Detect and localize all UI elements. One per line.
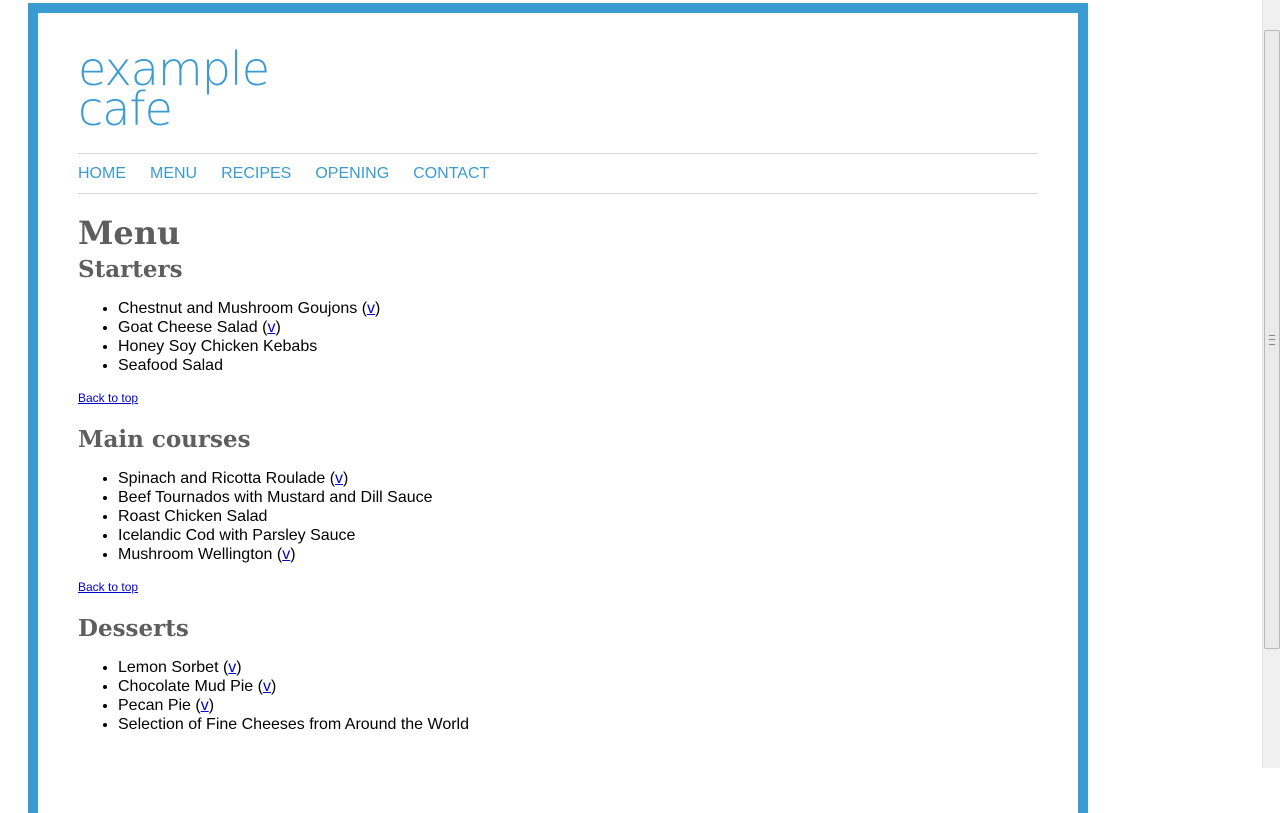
menu-item-name: Spinach and Ricotta Roulade [118, 470, 326, 487]
back-to-top-link[interactable]: Back to top [78, 391, 1038, 405]
menu-item: Lemon Sorbet (v) [118, 658, 1038, 677]
menu-list: Lemon Sorbet (v)Chocolate Mud Pie (v)Pec… [78, 658, 1038, 734]
back-to-top-link[interactable]: Back to top [78, 580, 1038, 594]
page-title: Menu [78, 214, 181, 252]
nav-contact[interactable]: CONTACT [413, 165, 489, 183]
menu-item-name: Honey Soy Chicken Kebabs [118, 338, 318, 355]
menu-item: Seafood Salad [118, 356, 1038, 375]
menu-item-name: Chocolate Mud Pie [118, 678, 254, 695]
menu-item: Pecan Pie (v) [118, 696, 1038, 715]
vegetarian-link[interactable]: v [201, 697, 209, 714]
vegetarian-link[interactable]: v [267, 319, 275, 336]
main-content: Menu Starters Chestnut and Mushroom Goujo… [78, 213, 1038, 750]
menu-item: Selection of Fine Cheeses from Around th… [118, 715, 1038, 734]
menu-item: Goat Cheese Salad (v) [118, 318, 1038, 337]
menu-sections: Starters Chestnut and Mushroom Goujons (v… [78, 255, 1038, 734]
main-nav: HOME MENU RECIPES OPENING CONTACT [78, 153, 1038, 194]
menu-item: Roast Chicken Salad [118, 507, 1038, 526]
scrollbar-thumb[interactable] [1264, 30, 1280, 649]
menu-item-name: Chestnut and Mushroom Goujons [118, 300, 358, 317]
section-heading: Starters [78, 256, 183, 283]
menu-item: Mushroom Wellington (v) [118, 545, 1038, 564]
scrollbar-grip-icon [1269, 335, 1275, 345]
menu-list: Chestnut and Mushroom Goujons (v)Goat Ch… [78, 299, 1038, 375]
menu-item: Icelandic Cod with Parsley Sauce [118, 526, 1038, 545]
menu-item: Chestnut and Mushroom Goujons (v) [118, 299, 1038, 318]
menu-item-name: Roast Chicken Salad [118, 508, 268, 525]
menu-item-name: Mushroom Wellington [118, 546, 273, 563]
site-logo[interactable]: example cafe [78, 46, 270, 132]
nav-recipes[interactable]: RECIPES [221, 165, 291, 183]
menu-item: Spinach and Ricotta Roulade (v) [118, 469, 1038, 488]
menu-item-name: Seafood Salad [118, 357, 223, 374]
menu-item-name: Icelandic Cod with Parsley Sauce [118, 527, 356, 544]
vegetarian-link[interactable]: v [228, 659, 236, 676]
menu-item-name: Goat Cheese Salad [118, 319, 258, 336]
nav-menu[interactable]: MENU [150, 165, 197, 183]
vertical-scrollbar[interactable] [1262, 0, 1280, 768]
menu-item: Honey Soy Chicken Kebabs [118, 337, 1038, 356]
menu-item: Chocolate Mud Pie (v) [118, 677, 1038, 696]
menu-item-name: Pecan Pie [118, 697, 191, 714]
menu-item-name: Lemon Sorbet [118, 659, 219, 676]
section-heading: Desserts [78, 615, 189, 642]
vegetarian-link[interactable]: v [367, 300, 375, 317]
menu-list: Spinach and Ricotta Roulade (v)Beef Tour… [78, 469, 1038, 564]
section-heading: Main courses [78, 426, 251, 453]
vegetarian-link[interactable]: v [282, 546, 290, 563]
page-frame: example cafe HOME MENU RECIPES OPENING C… [28, 3, 1088, 813]
vegetarian-link[interactable]: v [335, 470, 343, 487]
menu-item-name: Beef Tournados with Mustard and Dill Sau… [118, 489, 433, 506]
nav-opening[interactable]: OPENING [315, 165, 389, 183]
menu-item: Beef Tournados with Mustard and Dill Sau… [118, 488, 1038, 507]
menu-item-name: Selection of Fine Cheeses from Around th… [118, 716, 469, 733]
nav-home[interactable]: HOME [78, 165, 126, 183]
vegetarian-link[interactable]: v [263, 678, 271, 695]
